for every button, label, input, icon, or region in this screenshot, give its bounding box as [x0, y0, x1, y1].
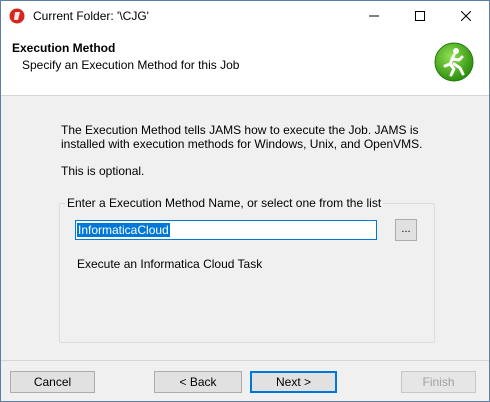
wizard-window: Current Folder: '\CJG' Execution Method …: [0, 0, 490, 402]
method-value: InformaticaCloud: [77, 223, 170, 237]
finish-button[interactable]: Finish: [401, 371, 476, 393]
maximize-button[interactable]: [397, 1, 443, 31]
method-description: Execute an Informatica Cloud Task: [77, 257, 263, 271]
back-button[interactable]: < Back: [154, 371, 242, 393]
maximize-icon: [415, 11, 425, 21]
wizard-header: Execution Method Specify an Execution Me…: [1, 31, 489, 96]
close-button[interactable]: [443, 1, 489, 31]
minimize-icon: [369, 15, 379, 17]
footer-divider: [1, 360, 489, 361]
minimize-button[interactable]: [351, 1, 397, 31]
cancel-button[interactable]: Cancel: [10, 371, 95, 393]
window-title: Current Folder: '\CJG': [33, 9, 149, 23]
page-title: Execution Method: [12, 41, 116, 55]
group-label: Enter a Execution Method Name, or select…: [65, 196, 384, 210]
close-icon: [461, 11, 471, 21]
description-text: The Execution Method tells JAMS how to e…: [61, 123, 423, 151]
jams-app-icon: [9, 8, 25, 24]
running-man-icon: [434, 42, 474, 82]
title-bar[interactable]: Current Folder: '\CJG': [1, 1, 489, 31]
execution-method-input[interactable]: InformaticaCloud: [75, 220, 377, 240]
browse-button[interactable]: ...: [395, 219, 417, 241]
next-button[interactable]: Next >: [250, 371, 337, 393]
page-subtitle: Specify an Execution Method for this Job: [22, 58, 240, 72]
optional-note: This is optional.: [61, 164, 145, 178]
